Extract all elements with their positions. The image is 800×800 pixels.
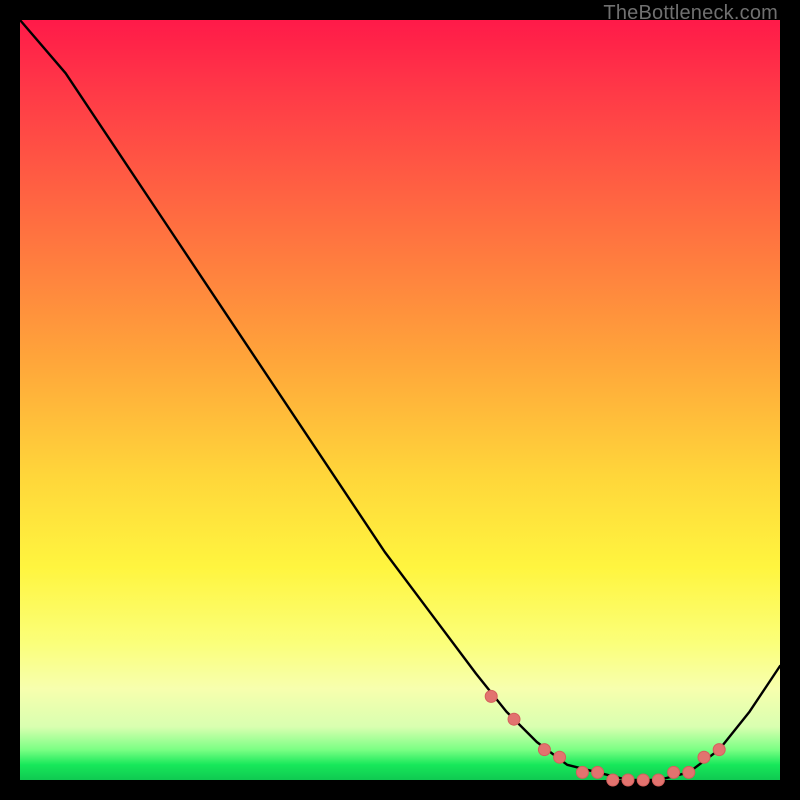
marker-point — [637, 774, 649, 786]
chart-frame: TheBottleneck.com — [0, 0, 800, 800]
watermark-text: TheBottleneck.com — [603, 2, 778, 25]
marker-point — [698, 751, 710, 763]
marker-point — [683, 766, 695, 778]
curve-svg — [20, 20, 780, 780]
marker-point — [538, 744, 550, 756]
bottleneck-curve — [20, 20, 780, 780]
marker-point — [713, 744, 725, 756]
marker-point — [592, 766, 604, 778]
marker-point — [485, 690, 497, 702]
plot-area — [20, 20, 780, 780]
marker-point — [576, 766, 588, 778]
marker-point — [607, 774, 619, 786]
marker-point — [652, 774, 664, 786]
trough-markers — [485, 690, 725, 786]
marker-point — [508, 713, 520, 725]
marker-point — [622, 774, 634, 786]
marker-point — [668, 766, 680, 778]
marker-point — [554, 751, 566, 763]
